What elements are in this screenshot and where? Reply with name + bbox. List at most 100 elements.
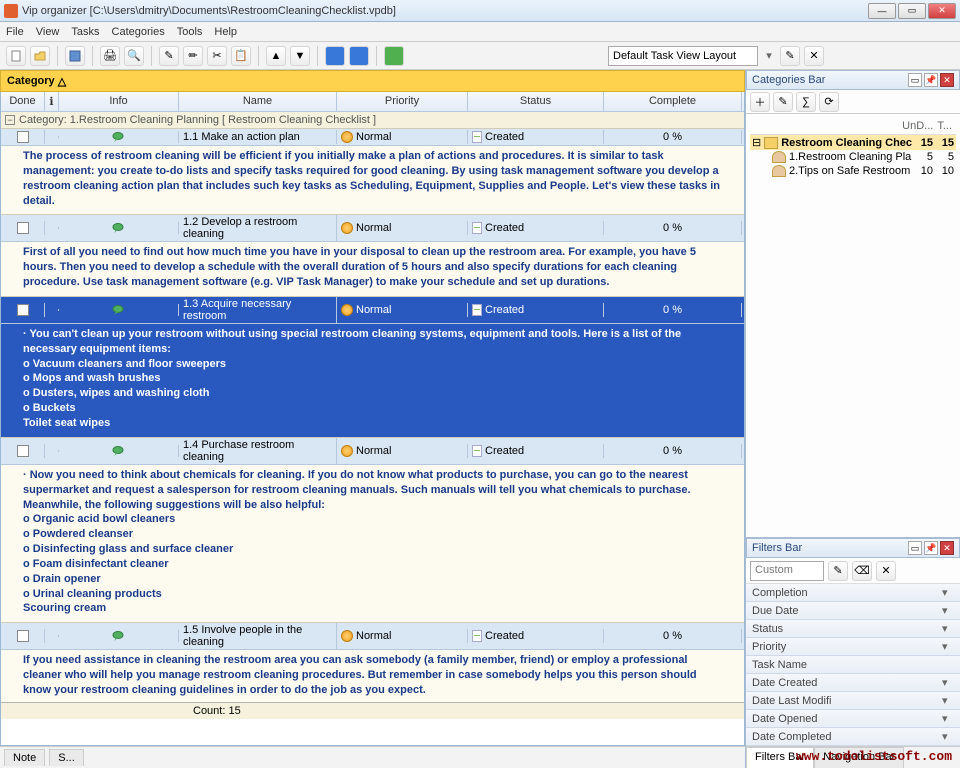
checkbox[interactable] [17, 222, 29, 234]
cat-refresh-icon[interactable]: ⟳ [819, 92, 839, 112]
checkbox[interactable] [17, 131, 29, 143]
menu-bar: File View Tasks Categories Tools Help [0, 22, 960, 42]
col-info-icon[interactable]: ℹ [45, 92, 59, 111]
panel-pin-icon[interactable]: 📌 [924, 73, 938, 87]
filter-row[interactable]: Completion▾ [746, 584, 960, 602]
panel-close-icon[interactable]: ✕ [940, 541, 954, 555]
priority-label: Normal [356, 131, 391, 143]
complete-label: 0 % [604, 444, 742, 458]
blue-action2-icon[interactable] [349, 46, 369, 66]
menu-tasks[interactable]: Tasks [71, 26, 99, 38]
filter-row[interactable]: Task Name [746, 656, 960, 674]
maximize-button[interactable]: ▭ [898, 3, 926, 19]
filter-row[interactable]: Date Last Modifi▾ [746, 692, 960, 710]
checkbox[interactable] [17, 630, 29, 642]
col-priority[interactable]: Priority [337, 92, 468, 111]
panel-close-icon[interactable]: ✕ [940, 73, 954, 87]
col-done[interactable]: Done [1, 92, 45, 111]
task-name: 1.5 Involve people in the cleaning [179, 623, 337, 649]
filter-row[interactable]: Date Created▾ [746, 674, 960, 692]
tree-root[interactable]: ⊟ Restroom Cleaning Checklist 15 15 [750, 135, 956, 150]
chevron-down-icon[interactable]: ▾ [942, 622, 954, 635]
cat-edit-icon[interactable]: ✎ [773, 92, 793, 112]
window-title: Vip organizer [C:\Users\dmitry\Documents… [22, 5, 868, 17]
task-edit-icon[interactable]: ✏ [183, 46, 203, 66]
filters-panel-header: Filters Bar ▭ 📌 ✕ [746, 538, 960, 558]
layout-select[interactable]: Default Task View Layout [608, 46, 758, 66]
menu-file[interactable]: File [6, 26, 24, 38]
blue-action-icon[interactable] [325, 46, 345, 66]
note-icon [112, 446, 126, 456]
panel-opts-icon[interactable]: ▭ [908, 541, 922, 555]
category-bar[interactable]: Category △ [0, 70, 745, 92]
priority-icon [341, 131, 353, 143]
tab-note[interactable]: Note [4, 749, 45, 766]
filter-clear-icon[interactable]: ⌫ [852, 561, 872, 581]
filter-delete-icon[interactable]: ✕ [876, 561, 896, 581]
collapse-icon[interactable]: − [5, 115, 15, 125]
task-delete-icon[interactable]: ✂ [207, 46, 227, 66]
task-row[interactable]: 1.1 Make an action plan Normal Created 0… [1, 129, 744, 146]
move-down-icon[interactable]: ▼ [290, 46, 310, 66]
col-complete[interactable]: Complete [604, 92, 742, 111]
filter-row[interactable]: Date Opened▾ [746, 710, 960, 728]
panel-pin-icon[interactable]: 📌 [924, 541, 938, 555]
col-info[interactable]: Info [59, 92, 179, 111]
complete-label: 0 % [604, 303, 742, 317]
task-row[interactable]: 1.2 Develop a restroom cleaning Normal C… [1, 215, 744, 242]
complete-label: 0 % [604, 130, 742, 144]
task-new-icon[interactable]: ✎ [159, 46, 179, 66]
move-up-icon[interactable]: ▲ [266, 46, 286, 66]
chevron-down-icon[interactable]: ▾ [762, 49, 776, 62]
layout-delete-icon[interactable]: ✕ [804, 46, 824, 66]
print-icon[interactable]: 🖨 [100, 46, 120, 66]
checkbox[interactable] [17, 304, 29, 316]
filter-row[interactable]: Priority▾ [746, 638, 960, 656]
task-row[interactable]: 1.3 Acquire necessary restroom Normal Cr… [1, 297, 744, 324]
task-note: · You can't clean up your restroom witho… [1, 324, 744, 438]
task-name: 1.3 Acquire necessary restroom [179, 297, 337, 323]
menu-view[interactable]: View [36, 26, 60, 38]
priority-icon [341, 304, 353, 316]
chevron-down-icon[interactable]: ▾ [942, 694, 954, 707]
close-button[interactable]: ✕ [928, 3, 956, 19]
status-label: Created [485, 304, 524, 316]
menu-tools[interactable]: Tools [177, 26, 203, 38]
tree-child[interactable]: 2.Tips on Safe Restroom Cle 10 10 [750, 164, 956, 178]
col-status[interactable]: Status [468, 92, 604, 111]
chevron-down-icon[interactable]: ▾ [942, 730, 954, 743]
panel-opts-icon[interactable]: ▭ [908, 73, 922, 87]
chevron-down-icon[interactable]: ▾ [942, 676, 954, 689]
category-row[interactable]: −Category: 1.Restroom Cleaning Planning … [1, 112, 744, 129]
tab-s[interactable]: S... [49, 749, 84, 766]
preview-icon[interactable]: 🔍 [124, 46, 144, 66]
filter-custom-select[interactable]: Custom [750, 561, 824, 581]
task-row[interactable]: 1.5 Involve people in the cleaning Norma… [1, 623, 744, 650]
new-icon[interactable] [6, 46, 26, 66]
chevron-down-icon[interactable]: ▾ [942, 604, 954, 617]
filter-row[interactable]: Status▾ [746, 620, 960, 638]
chevron-down-icon[interactable]: ▾ [942, 586, 954, 599]
cat-new-icon[interactable]: ＋ [750, 92, 770, 112]
menu-help[interactable]: Help [214, 26, 237, 38]
open-icon[interactable] [30, 46, 50, 66]
cat-del-icon[interactable]: ∑ [796, 92, 816, 112]
col-name[interactable]: Name [179, 92, 337, 111]
chevron-down-icon[interactable]: ▾ [942, 712, 954, 725]
collapse-icon[interactable]: ⊟ [752, 136, 761, 149]
task-name: 1.1 Make an action plan [179, 130, 337, 144]
task-copy-icon[interactable]: 📋 [231, 46, 251, 66]
tree-child[interactable]: 1.Restroom Cleaning Plannin 5 5 [750, 150, 956, 164]
task-row[interactable]: 1.4 Purchase restroom cleaning Normal Cr… [1, 438, 744, 465]
menu-categories[interactable]: Categories [112, 26, 165, 38]
checkbox[interactable] [17, 445, 29, 457]
filter-row[interactable]: Date Completed▾ [746, 728, 960, 746]
layout-apply-icon[interactable]: ✎ [780, 46, 800, 66]
green-action-icon[interactable] [384, 46, 404, 66]
chevron-down-icon[interactable]: ▾ [942, 640, 954, 653]
save-icon[interactable] [65, 46, 85, 66]
filter-apply-icon[interactable]: ✎ [828, 561, 848, 581]
priority-label: Normal [356, 222, 391, 234]
minimize-button[interactable]: — [868, 3, 896, 19]
filter-row[interactable]: Due Date▾ [746, 602, 960, 620]
